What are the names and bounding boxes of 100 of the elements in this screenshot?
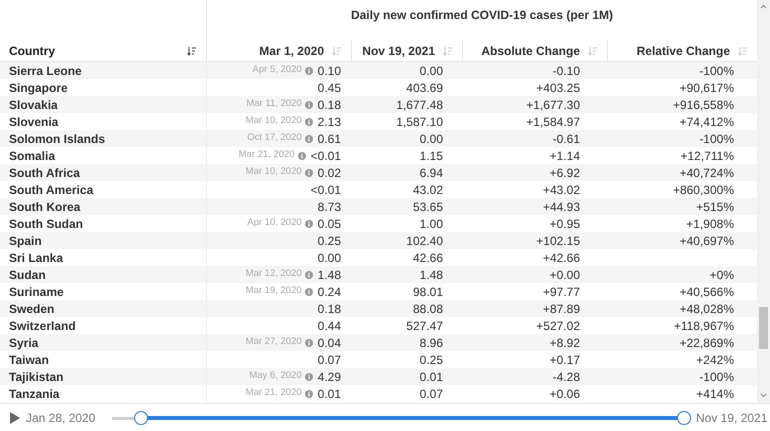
table-cell-text: +48,028%: [680, 300, 734, 318]
table-cell-text: 98.01: [412, 284, 443, 300]
country-name: Sierra Leone: [9, 62, 82, 80]
table-cell-text: 0.07: [420, 386, 443, 402]
country-name: Tanzania: [9, 386, 60, 402]
info-icon[interactable]: [304, 220, 313, 228]
table-cell-text: 8.96: [420, 334, 443, 352]
info-icon[interactable]: [298, 152, 306, 160]
table-cell-text: 6.94: [420, 164, 443, 182]
table-cell-text: 527.47: [406, 318, 443, 334]
country-name: South Sudan: [9, 216, 83, 232]
table-cell-text: +1,908%: [686, 216, 734, 232]
table-cell-text: -100%: [699, 130, 734, 148]
info-icon[interactable]: [304, 66, 313, 74]
country-name: South Korea: [9, 198, 80, 216]
table-cell-text: 0.01: [420, 368, 443, 386]
column-header[interactable]: Mar 1, 2020: [207, 40, 352, 61]
table-cell-text: +40,724%: [680, 164, 734, 182]
table-cell-text: 0.45: [318, 80, 341, 96]
end-date-label: Nov 19, 2021: [696, 410, 768, 426]
start-date-label: Jan 28, 2020: [26, 410, 96, 426]
column-header[interactable]: Relative Change: [608, 40, 757, 61]
table-cell-text: +1,677.30: [526, 96, 580, 114]
country-name: Sweden: [9, 300, 54, 318]
table-cell-text: +527.02: [536, 318, 580, 334]
table-cell-text: 0.04: [318, 334, 341, 352]
table-cell-text: 0.25: [318, 232, 341, 250]
info-icon[interactable]: [304, 134, 313, 142]
info-icon[interactable]: [304, 270, 313, 278]
data-date-note: Apr 5, 2020: [252, 63, 302, 78]
table-cell-text: +403.25: [536, 80, 580, 96]
table-cell-text: 0.01: [318, 386, 341, 402]
table-cell-text: <0.01: [310, 182, 341, 198]
data-date-note: Oct 17, 2020: [247, 131, 302, 146]
table-cell-text: +860,300%: [672, 182, 734, 198]
country-name: Switzerland: [9, 318, 76, 334]
table-cell-text: +0.00: [550, 266, 580, 284]
table-cell-text: 102.40: [406, 232, 443, 250]
column-header[interactable]: Country: [0, 40, 207, 61]
table-cell-text: 0.02: [318, 164, 341, 182]
table-cell-text: +916,558%: [672, 96, 734, 114]
country-name: Slovakia: [9, 96, 58, 114]
country-name: Syria: [9, 334, 38, 352]
table-cell-text: +42.66: [542, 250, 580, 266]
info-icon[interactable]: [304, 168, 313, 176]
country-name: Sri Lanka: [9, 250, 64, 266]
sort-icon[interactable]: [187, 46, 197, 56]
table-cell-text: +74,412%: [680, 114, 734, 130]
table-cell-text: 0.24: [318, 284, 341, 300]
table-cell-text: +90,617%: [680, 80, 734, 96]
country-name: Slovenia: [9, 114, 58, 130]
country-name: Sudan: [9, 266, 46, 284]
slider-handle[interactable]: [134, 410, 148, 424]
scrollbar-thumb[interactable]: [759, 307, 768, 349]
table-cell-text: 0.05: [318, 216, 341, 232]
data-date-note: Apr 10, 2020: [247, 216, 302, 230]
scrollbar[interactable]: [757, 0, 770, 403]
table-cell-text: -0.10: [552, 62, 580, 80]
table-cell-text: 1.48: [420, 266, 443, 284]
table-cell-text: 53.65: [412, 198, 443, 216]
table-cell-text: -100%: [699, 62, 734, 80]
table-cell-text: 0.44: [318, 318, 341, 334]
table-cell-text: +1.14: [550, 148, 580, 164]
table-cell-text: 0.61: [318, 130, 341, 148]
table-cell-text: 88.08: [412, 300, 443, 318]
table-cell-text: +43.02: [542, 182, 580, 198]
info-icon[interactable]: [304, 100, 313, 108]
slider-handle[interactable]: [677, 410, 691, 424]
table-cell-text: 0.18: [318, 300, 341, 318]
scroll-down-icon[interactable]: [760, 393, 767, 398]
column-header[interactable]: Absolute Change: [463, 40, 608, 61]
country-name: Spain: [9, 232, 42, 250]
column-header[interactable]: Nov 19, 2021: [352, 40, 463, 61]
table-cell-text: 1.15: [420, 148, 443, 164]
table-cell-text: -100%: [699, 368, 734, 386]
table-cell-text: +87.89: [542, 300, 580, 318]
table-cell-text: +515%: [696, 198, 734, 216]
table-cell-text: 42.66: [412, 250, 443, 266]
table-cell-text: +118,967%: [674, 318, 734, 334]
table-cell-text: +40,566%: [680, 284, 734, 300]
table-cell-text: +6.92: [550, 164, 580, 182]
column-group-title: Daily new confirmed COVID-19 cases (per 1M): [350, 7, 614, 24]
data-date-note: Mar 27, 2020: [246, 335, 302, 350]
scroll-up-icon[interactable]: [760, 4, 767, 9]
table-cell-text: 43.02: [412, 182, 443, 198]
table-cell-text: 2.13: [318, 114, 341, 130]
info-icon[interactable]: [304, 372, 313, 380]
table-cell-text: <0.01: [310, 148, 341, 164]
table-cell-text: 1.00: [420, 216, 443, 232]
info-icon[interactable]: [304, 288, 313, 296]
info-icon[interactable]: [304, 338, 313, 346]
table-cell-text: -0.61: [552, 130, 580, 148]
table-cell-text: 0.07: [318, 352, 341, 368]
play-icon[interactable]: [10, 412, 20, 424]
country-name: Taiwan: [9, 352, 49, 368]
info-icon[interactable]: [304, 118, 313, 126]
table-cell-text: +12,711%: [680, 148, 734, 164]
table-cell-text: 0.00: [420, 62, 443, 80]
table-cell-text: 0.00: [318, 250, 341, 266]
info-icon[interactable]: [304, 390, 313, 398]
